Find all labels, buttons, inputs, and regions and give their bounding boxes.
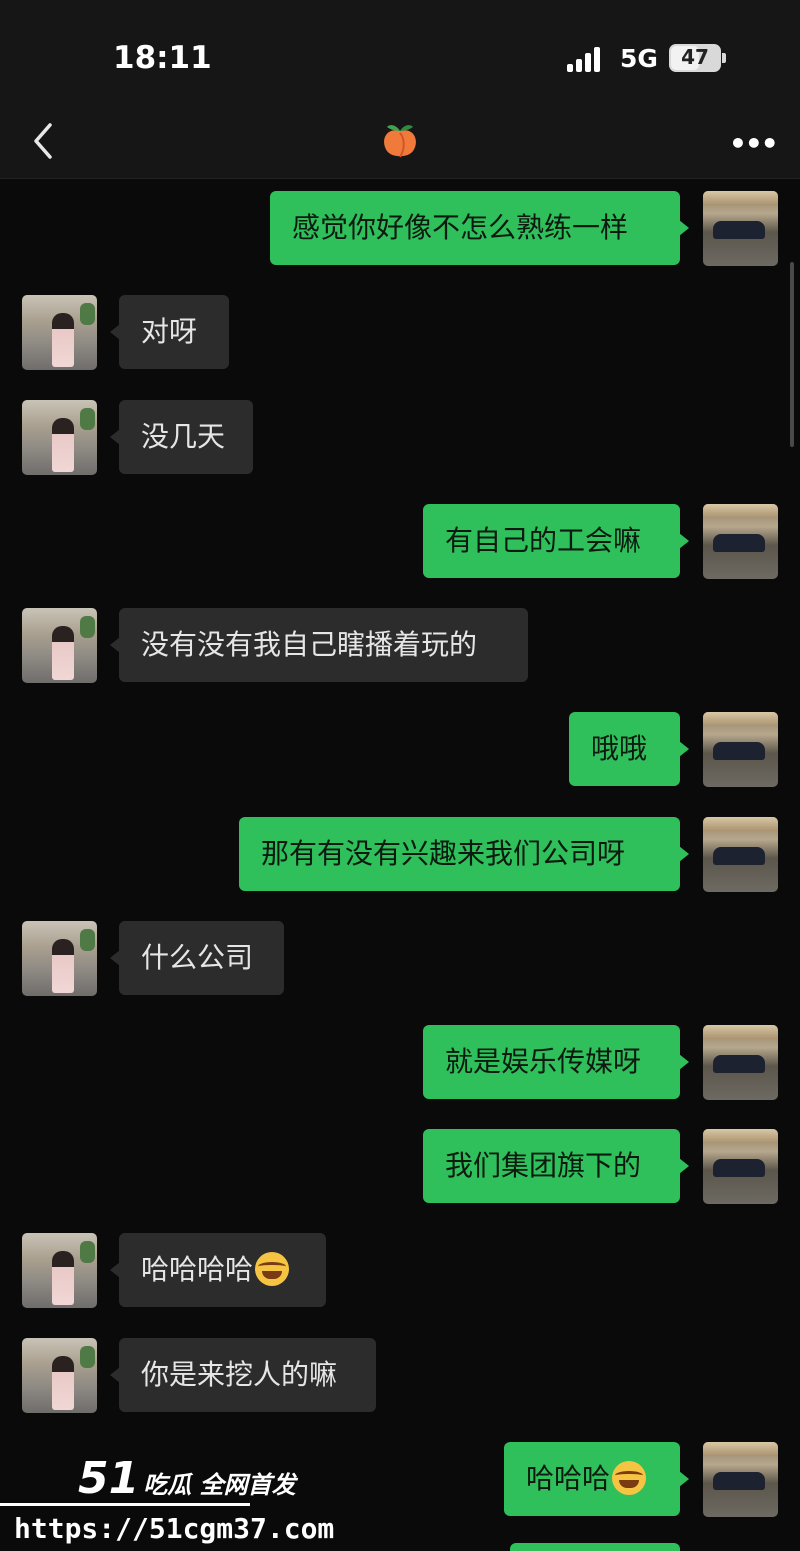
my-avatar[interactable]	[703, 712, 778, 787]
my-avatar[interactable]	[703, 1442, 778, 1517]
message-bubble-received[interactable]: 没有没有我自己瞎播着玩的	[110, 608, 528, 682]
network-type: 5G	[620, 44, 658, 73]
status-bar: 18:11 5G 47	[0, 0, 800, 105]
message-bubble-received[interactable]: 你是来挖人的嘛	[110, 1338, 376, 1412]
watermark-number: 51	[78, 1453, 140, 1504]
contact-avatar[interactable]	[22, 921, 97, 996]
message-bubble-sent[interactable]: 我们集团旗下的	[423, 1129, 689, 1203]
message-bubble-sent[interactable]: 哦哦	[569, 712, 689, 786]
message-bubble-received[interactable]: 没几天	[110, 400, 253, 474]
signal-icon	[567, 46, 607, 72]
message-bubble-received[interactable]: 对呀	[110, 295, 229, 369]
contact-avatar[interactable]	[22, 295, 97, 370]
more-button[interactable]: •••	[729, 127, 779, 160]
watermark-text: 吃瓜 全网首发	[143, 1471, 296, 1499]
my-avatar[interactable]	[703, 817, 778, 892]
message-bubble-partial	[510, 1543, 680, 1551]
peach-icon	[380, 121, 420, 161]
contact-avatar[interactable]	[22, 1233, 97, 1308]
back-button[interactable]	[28, 119, 58, 163]
chat-header: •••	[0, 105, 800, 179]
joy-emoji-icon	[255, 1252, 290, 1286]
scrollbar[interactable]	[790, 262, 794, 447]
battery-icon: 47	[669, 44, 721, 72]
contact-avatar[interactable]	[22, 400, 97, 475]
message-bubble-sent[interactable]: 有自己的工会嘛	[423, 504, 689, 578]
message-bubble-sent[interactable]: 感觉你好像不怎么熟练一样	[270, 191, 689, 265]
my-avatar[interactable]	[703, 504, 778, 579]
status-time: 18:11	[113, 40, 212, 76]
message-bubble-received[interactable]: 什么公司	[110, 921, 284, 995]
message-bubble-sent[interactable]: 哈哈哈	[504, 1442, 689, 1516]
message-bubble-sent[interactable]: 那有有没有兴趣来我们公司呀	[239, 817, 689, 891]
watermark-divider	[0, 1503, 250, 1506]
watermark-logo: 51 吃瓜 全网首发	[78, 1453, 296, 1504]
my-avatar[interactable]	[703, 191, 778, 266]
my-avatar[interactable]	[703, 1129, 778, 1204]
message-bubble-received[interactable]: 哈哈哈哈	[110, 1233, 326, 1307]
message-bubble-sent[interactable]: 就是娱乐传媒呀	[423, 1025, 689, 1099]
watermark-url: https://51cgm37.com	[14, 1512, 335, 1545]
contact-avatar[interactable]	[22, 608, 97, 683]
battery-tip	[722, 53, 726, 63]
contact-avatar[interactable]	[22, 1338, 97, 1413]
joy-emoji-icon	[612, 1461, 647, 1495]
battery-level: 47	[681, 45, 709, 69]
chevron-left-icon	[34, 123, 52, 159]
message-text: 哈哈哈哈	[141, 1253, 254, 1286]
my-avatar[interactable]	[703, 1025, 778, 1100]
message-text: 哈哈哈	[526, 1462, 611, 1495]
